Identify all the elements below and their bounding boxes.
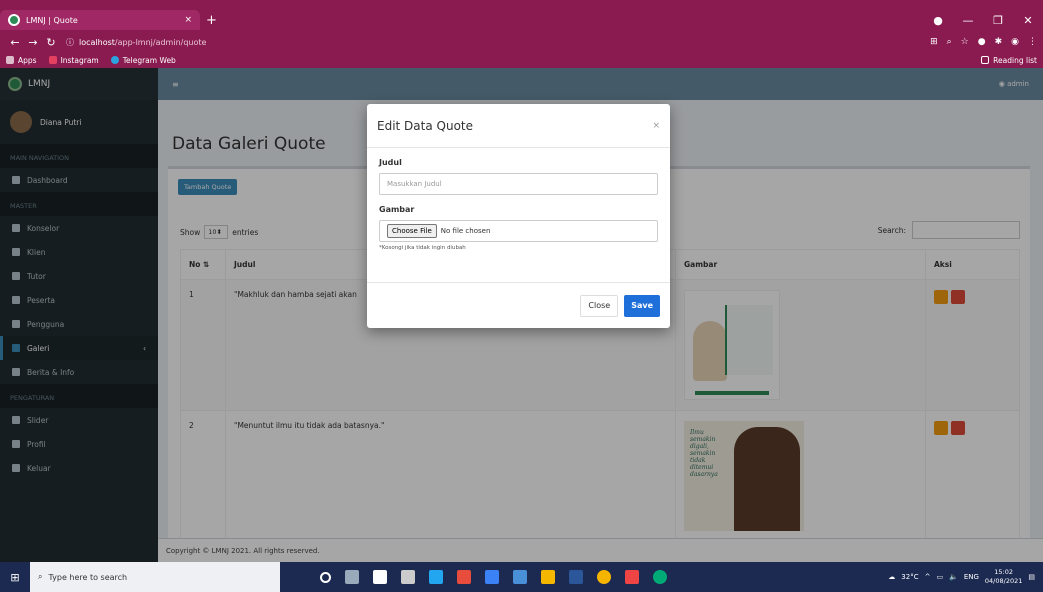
windows-start-icon[interactable]: ⊞ xyxy=(0,571,30,584)
url-path: /app-lmnj/admin/quote xyxy=(114,37,207,47)
modal-footer: Close Save xyxy=(367,282,670,328)
telegram-icon xyxy=(110,56,119,64)
file-hint: *Kosongi jika tidak ingin diubah xyxy=(379,245,466,251)
modal-title: Edit Data Quote xyxy=(377,118,473,133)
search-icon: ⌕ xyxy=(38,572,43,581)
extension-icon[interactable]: ● xyxy=(978,37,986,47)
clock[interactable]: 15:02 04/08/2021 xyxy=(985,568,1022,586)
file-input[interactable]: Choose File No file chosen xyxy=(379,220,658,242)
profile-dot-icon[interactable]: ● xyxy=(923,14,953,27)
modal-header: Edit Data Quote × xyxy=(367,104,670,148)
store-icon[interactable] xyxy=(513,570,527,584)
word-icon[interactable] xyxy=(569,570,583,584)
avatar-icon[interactable]: ◉ xyxy=(1011,37,1019,47)
close-window-icon[interactable]: ✕ xyxy=(1013,14,1043,27)
menu-dots-icon[interactable]: ⋮ xyxy=(1028,37,1037,47)
reading-list-icon xyxy=(981,56,990,64)
tab-close-icon[interactable]: × xyxy=(184,15,192,25)
app-icon[interactable] xyxy=(373,570,387,584)
save-button[interactable]: Save xyxy=(624,294,660,317)
close-icon[interactable]: × xyxy=(652,121,660,131)
judul-label: Judul xyxy=(379,158,402,167)
modal-body: Judul Masukkan Judul Gambar Choose File … xyxy=(367,148,670,261)
gambar-label: Gambar xyxy=(379,205,415,214)
url-host: localhost xyxy=(79,37,115,47)
back-icon[interactable]: ← xyxy=(6,36,24,49)
file-status: No file chosen xyxy=(440,227,491,235)
bookmark-apps[interactable]: Apps xyxy=(6,56,37,65)
app-icon[interactable] xyxy=(457,570,471,584)
taskbar-search[interactable]: ⌕ Type here to search xyxy=(30,562,280,592)
judul-input[interactable]: Masukkan Judul xyxy=(379,173,658,195)
zoom-icon[interactable]: ⌕ xyxy=(947,37,952,47)
instagram-icon xyxy=(48,56,57,64)
weather-temp[interactable]: 32°C xyxy=(901,573,918,581)
translate-icon[interactable]: ⊞ xyxy=(930,37,938,47)
taskbar-apps xyxy=(320,570,667,584)
task-view-icon[interactable] xyxy=(345,570,359,584)
address-bar[interactable]: ⓘ localhost /app-lmnj/admin/quote xyxy=(66,34,666,50)
app-icon[interactable] xyxy=(653,570,667,584)
new-tab-button[interactable]: + xyxy=(206,13,217,28)
cortana-icon[interactable] xyxy=(320,571,331,583)
app-icon[interactable] xyxy=(485,570,499,584)
edit-quote-modal: Edit Data Quote × Judul Masukkan Judul G… xyxy=(367,104,670,328)
tab-bar: LMNJ | Quote × + ● — ❐ ✕ xyxy=(0,8,1043,32)
file-explorer-icon[interactable] xyxy=(541,570,555,584)
puzzle-icon[interactable]: ✱ xyxy=(995,37,1003,47)
chrome-icon[interactable] xyxy=(597,570,611,584)
browser-tab[interactable]: LMNJ | Quote × xyxy=(0,10,200,30)
windows-taskbar: ⊞ ⌕ Type here to search ☁ 32°C ^ ▭ 🔈 ENG … xyxy=(0,562,1043,592)
apps-grid-icon xyxy=(6,56,14,64)
bookmarks-bar: Apps Instagram Telegram Web Reading list xyxy=(0,52,1043,68)
maximize-icon[interactable]: ❐ xyxy=(983,14,1013,27)
minimize-icon[interactable]: — xyxy=(953,14,983,27)
toolbar-icons: ⊞ ⌕ ☆ ● ✱ ◉ ⋮ xyxy=(930,37,1037,47)
system-tray: ☁ 32°C ^ ▭ 🔈 ENG 15:02 04/08/2021 ▤ xyxy=(888,568,1043,586)
volume-icon[interactable]: 🔈 xyxy=(949,573,958,581)
reading-list[interactable]: Reading list xyxy=(981,56,1037,65)
reload-icon[interactable]: ↻ xyxy=(42,36,60,49)
weather-icon[interactable]: ☁ xyxy=(888,573,895,581)
notification-icon[interactable]: ▤ xyxy=(1028,573,1035,581)
bookmark-telegram[interactable]: Telegram Web xyxy=(110,56,176,65)
site-favicon-icon xyxy=(8,14,20,26)
camera-icon[interactable] xyxy=(401,570,415,584)
lang-indicator[interactable]: ENG xyxy=(964,573,979,581)
site-info-icon[interactable]: ⓘ xyxy=(66,37,74,48)
address-row: ← → ↻ ⓘ localhost /app-lmnj/admin/quote … xyxy=(0,32,1043,52)
browser-chrome: LMNJ | Quote × + ● — ❐ ✕ ← → ↻ ⓘ localho… xyxy=(0,0,1043,68)
tab-title: LMNJ | Quote xyxy=(26,15,78,25)
network-icon[interactable]: ▭ xyxy=(936,573,943,581)
bookmark-instagram[interactable]: Instagram xyxy=(48,56,99,65)
star-icon[interactable]: ☆ xyxy=(961,37,969,47)
forward-icon[interactable]: → xyxy=(24,36,42,49)
close-button[interactable]: Close xyxy=(580,294,619,317)
app-icon[interactable] xyxy=(625,570,639,584)
vscode-icon[interactable] xyxy=(429,570,443,584)
choose-file-button[interactable]: Choose File xyxy=(387,224,437,238)
window-controls: ● — ❐ ✕ xyxy=(923,8,1043,32)
tray-chevron-icon[interactable]: ^ xyxy=(925,573,931,581)
